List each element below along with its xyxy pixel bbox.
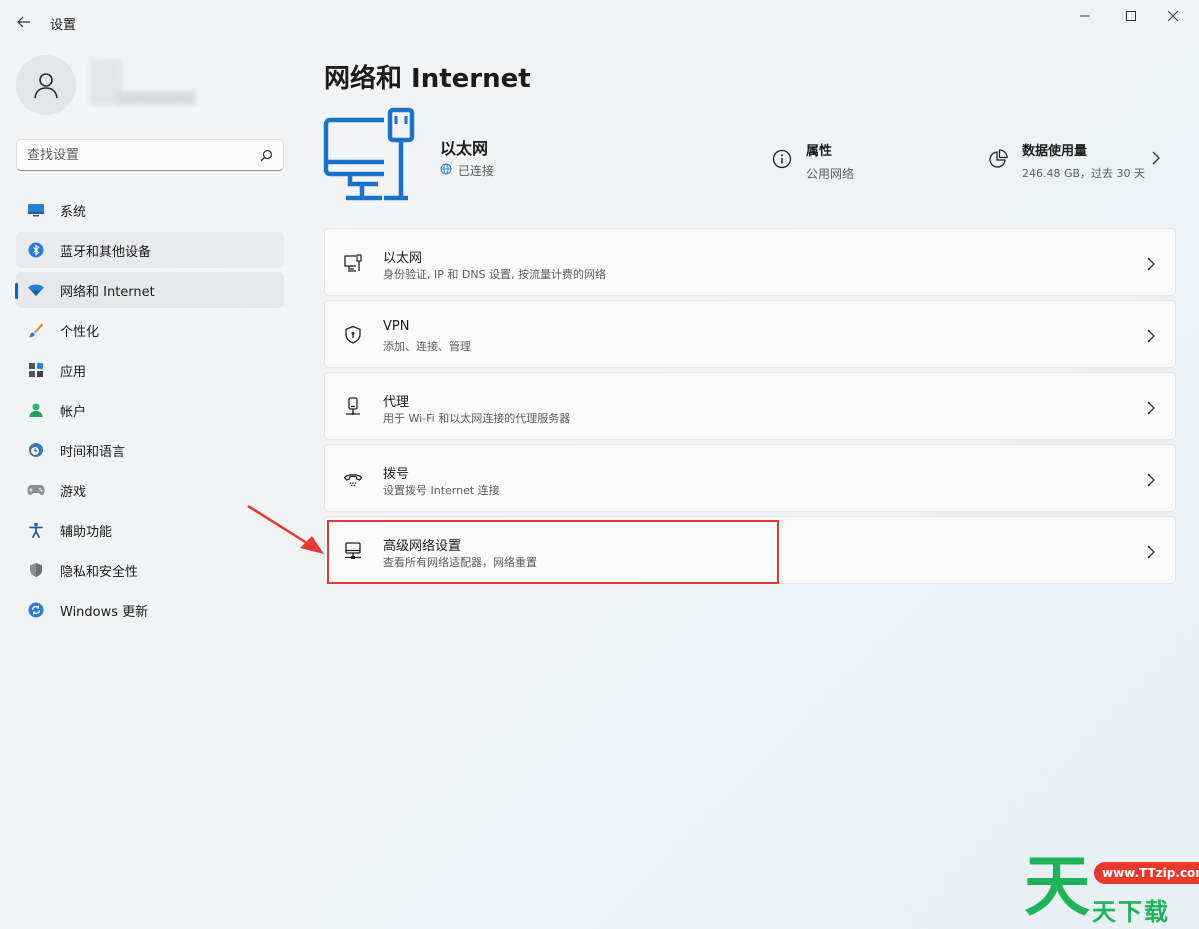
sidebar-item-label: 网络和 Internet bbox=[60, 284, 155, 300]
card-proxy[interactable]: 代理 用于 Wi-Fi 和以太网连接的代理服务器 bbox=[324, 372, 1176, 440]
brush-icon bbox=[26, 320, 46, 340]
blurred-username bbox=[90, 59, 196, 105]
sidebar-item-label: 蓝牙和其他设备 bbox=[60, 244, 152, 260]
page-title: 网络和 Internet bbox=[324, 64, 531, 94]
minimize-icon bbox=[1080, 15, 1090, 17]
globe-icon bbox=[440, 163, 452, 178]
card-title: VPN bbox=[383, 319, 410, 334]
monitor-icon bbox=[26, 200, 46, 220]
maximize-icon bbox=[1126, 11, 1136, 21]
sidebar-item-system[interactable]: 系统 bbox=[16, 192, 284, 228]
dialup-phone-icon bbox=[343, 469, 363, 489]
data-usage-title: 数据使用量 bbox=[1022, 144, 1088, 159]
app-title: 设置 bbox=[50, 18, 77, 33]
sidebar-nav: 系统 蓝牙和其他设备 网络和 Internet 个性化 应用 帐户 时间和语言 … bbox=[15, 192, 284, 632]
card-subtitle: 身份验证, IP 和 DNS 设置, 按流量计费的网络 bbox=[383, 268, 607, 281]
sidebar-item-time-language[interactable]: 时间和语言 bbox=[16, 432, 284, 468]
accessibility-icon bbox=[26, 520, 46, 540]
watermark-text: 天下载 bbox=[1092, 898, 1170, 926]
annotation-arrow-icon bbox=[247, 504, 324, 554]
card-subtitle: 用于 Wi-Fi 和以太网连接的代理服务器 bbox=[383, 412, 571, 425]
shield-icon bbox=[26, 560, 46, 580]
apps-icon bbox=[26, 360, 46, 380]
back-button[interactable] bbox=[12, 10, 36, 34]
title-bar: 设置 bbox=[0, 0, 1199, 44]
clock-globe-icon bbox=[26, 440, 46, 460]
close-icon bbox=[1168, 11, 1178, 21]
data-usage-link[interactable]: 数据使用量 246.48 GB，过去 30 天 bbox=[988, 140, 1160, 181]
sidebar-item-label: 系统 bbox=[60, 204, 87, 220]
properties-title: 属性 bbox=[806, 144, 833, 159]
sidebar-item-label: 时间和语言 bbox=[60, 444, 126, 460]
card-advanced-network-settings[interactable]: 高级网络设置 查看所有网络适配器，网络重置 bbox=[324, 516, 1176, 584]
info-icon bbox=[772, 149, 794, 182]
sidebar-item-accounts[interactable]: 帐户 bbox=[16, 392, 284, 428]
user-avatar-icon bbox=[34, 73, 58, 99]
card-title: 代理 bbox=[383, 395, 410, 410]
card-title: 以太网 bbox=[383, 251, 423, 266]
properties-subtitle: 公用网络 bbox=[806, 167, 855, 181]
sidebar-item-accessibility[interactable]: 辅助功能 bbox=[16, 512, 284, 548]
search-icon bbox=[260, 149, 273, 161]
proxy-icon bbox=[343, 397, 363, 417]
chevron-right-icon bbox=[1147, 256, 1155, 275]
pie-chart-icon bbox=[988, 149, 1010, 181]
wifi-icon bbox=[26, 280, 46, 300]
chevron-right-icon bbox=[1147, 472, 1155, 491]
ethernet-icon bbox=[343, 253, 363, 273]
sidebar-item-label: 个性化 bbox=[60, 324, 100, 340]
chevron-right-icon bbox=[1147, 544, 1155, 563]
sidebar-item-apps[interactable]: 应用 bbox=[16, 352, 284, 388]
card-title: 拨号 bbox=[383, 467, 410, 482]
data-usage-subtitle: 246.48 GB，过去 30 天 bbox=[1022, 167, 1146, 180]
back-arrow-icon bbox=[17, 16, 30, 28]
card-subtitle: 设置拨号 Internet 连接 bbox=[383, 484, 500, 497]
watermark-logo: 天 bbox=[1024, 848, 1090, 925]
vpn-shield-icon bbox=[343, 325, 363, 345]
network-adapter-icon bbox=[343, 541, 363, 561]
close-button[interactable] bbox=[1150, 0, 1196, 32]
sidebar-item-label: Windows 更新 bbox=[60, 604, 149, 620]
sidebar-item-windows-update[interactable]: Windows 更新 bbox=[16, 592, 284, 628]
bluetooth-icon bbox=[26, 240, 46, 260]
settings-card-list: 以太网 身份验证, IP 和 DNS 设置, 按流量计费的网络 VPN 添加、连… bbox=[324, 228, 1176, 588]
person-icon bbox=[26, 400, 46, 420]
sidebar-item-label: 应用 bbox=[60, 364, 87, 380]
search-input[interactable] bbox=[27, 147, 260, 163]
chevron-right-icon bbox=[1152, 150, 1160, 169]
sidebar-item-gaming[interactable]: 游戏 bbox=[16, 472, 284, 508]
selection-indicator bbox=[15, 283, 18, 299]
status-text: 已连接 bbox=[458, 164, 495, 178]
update-icon bbox=[26, 600, 46, 620]
minimize-button[interactable] bbox=[1062, 0, 1108, 32]
watermark-url: www.TTzip.com bbox=[1094, 862, 1199, 884]
hero-connection-status: 已连接 bbox=[440, 162, 494, 179]
search-box[interactable] bbox=[16, 139, 284, 171]
sidebar-item-label: 帐户 bbox=[60, 404, 87, 420]
sidebar-item-label: 隐私和安全性 bbox=[60, 564, 139, 580]
sidebar-item-bluetooth[interactable]: 蓝牙和其他设备 bbox=[16, 232, 284, 268]
sidebar-item-label: 游戏 bbox=[60, 484, 87, 500]
maximize-button[interactable] bbox=[1108, 0, 1154, 32]
chevron-right-icon bbox=[1147, 328, 1155, 347]
sidebar-item-personalization[interactable]: 个性化 bbox=[16, 312, 284, 348]
card-title: 高级网络设置 bbox=[383, 539, 462, 554]
hero-connection-name: 以太网 bbox=[440, 139, 489, 158]
ethernet-hero-icon bbox=[322, 106, 418, 206]
properties-link[interactable]: 属性 公用网络 bbox=[772, 140, 854, 182]
gamepad-icon bbox=[26, 480, 46, 500]
card-ethernet[interactable]: 以太网 身份验证, IP 和 DNS 设置, 按流量计费的网络 bbox=[324, 228, 1176, 296]
card-dialup[interactable]: 拨号 设置拨号 Internet 连接 bbox=[324, 444, 1176, 512]
chevron-right-icon bbox=[1147, 400, 1155, 419]
sidebar-item-label: 辅助功能 bbox=[60, 524, 113, 540]
sidebar-item-network[interactable]: 网络和 Internet bbox=[15, 272, 284, 308]
card-subtitle: 添加、连接、管理 bbox=[383, 340, 471, 353]
card-vpn[interactable]: VPN 添加、连接、管理 bbox=[324, 300, 1176, 368]
avatar bbox=[16, 55, 76, 115]
card-subtitle: 查看所有网络适配器，网络重置 bbox=[383, 556, 537, 569]
sidebar-item-privacy[interactable]: 隐私和安全性 bbox=[16, 552, 284, 588]
